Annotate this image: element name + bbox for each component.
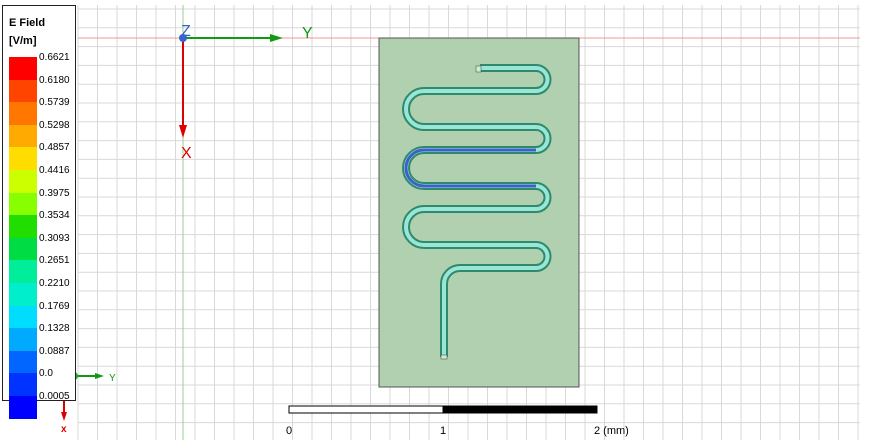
legend-swatch <box>9 79 37 103</box>
scale-bar-white-segment <box>288 405 444 414</box>
legend-tick-label: 0.5298 <box>39 119 70 131</box>
legend-swatch <box>9 396 37 419</box>
legend-swatch <box>9 260 37 284</box>
legend-swatch <box>9 373 37 397</box>
legend-swatch <box>9 147 37 171</box>
y-axis-label: Y <box>302 25 313 42</box>
y-axis-arrowhead <box>270 34 283 42</box>
legend-swatch <box>9 124 37 148</box>
scale-label-middle: 1 <box>440 425 447 437</box>
legend-tick-label: 0.3975 <box>39 187 70 199</box>
legend-tick-label: 0.1328 <box>39 323 70 335</box>
legend-tick-label: 0.3093 <box>39 232 70 244</box>
legend-swatch <box>9 192 37 216</box>
legend-tick-label: 0.4857 <box>39 142 70 154</box>
legend-swatch <box>9 57 37 80</box>
scale-label-start: 0 <box>286 425 293 437</box>
legend-swatch <box>9 328 37 352</box>
legend-title-quantity: E Field <box>9 17 46 29</box>
legend-tick-label: 0.6621 <box>39 52 70 63</box>
scale-label-end: 2 (mm) <box>594 425 629 437</box>
trace-end-port-top <box>475 65 482 73</box>
legend-title: E Field [V/m] <box>9 14 45 50</box>
3d-viewport[interactable]: Z Y X Z Y x <box>0 0 889 442</box>
legend-tick-label: 0.4416 <box>39 165 70 176</box>
legend-tick-label: 0.0 <box>39 368 53 380</box>
legend-swatch <box>9 350 37 374</box>
legend-tick-label: 0.3534 <box>39 210 70 222</box>
triad-y-label: Y <box>109 373 116 384</box>
legend-tick-label: 0.0887 <box>39 345 70 357</box>
legend-tick-label: 0.1769 <box>39 300 70 312</box>
legend-tick-label: 0.6180 <box>39 74 70 86</box>
legend-swatch <box>9 102 37 126</box>
field-legend: E Field [V/m] 0.6621 0.6180 0.5739 0.5298 0.… <box>2 5 76 419</box>
legend-swatch <box>9 237 37 261</box>
scale-bar <box>288 405 598 414</box>
legend-title-unit: [V/m] <box>9 35 37 47</box>
legend-tick-label: 0.2210 <box>39 278 70 289</box>
triad-x-label: x <box>61 424 67 435</box>
legend-tick-label: 0.0005 <box>39 391 70 402</box>
legend-tick-label: 0.5739 <box>39 97 70 109</box>
legend-swatch <box>9 305 37 329</box>
z-axis-label: Z <box>181 23 191 40</box>
scale-bar-black-segment <box>442 405 598 414</box>
triad-x-arrowhead <box>61 412 67 421</box>
legend-tick-label: 0.2651 <box>39 255 70 267</box>
trace-end-port-bottom <box>440 354 448 360</box>
legend-swatch <box>9 170 37 193</box>
legend-swatch <box>9 215 37 239</box>
x-axis-arrowhead <box>179 125 187 138</box>
legend-swatch <box>9 283 37 306</box>
x-axis-label: X <box>181 145 192 162</box>
triad-y-arrowhead <box>95 373 104 379</box>
